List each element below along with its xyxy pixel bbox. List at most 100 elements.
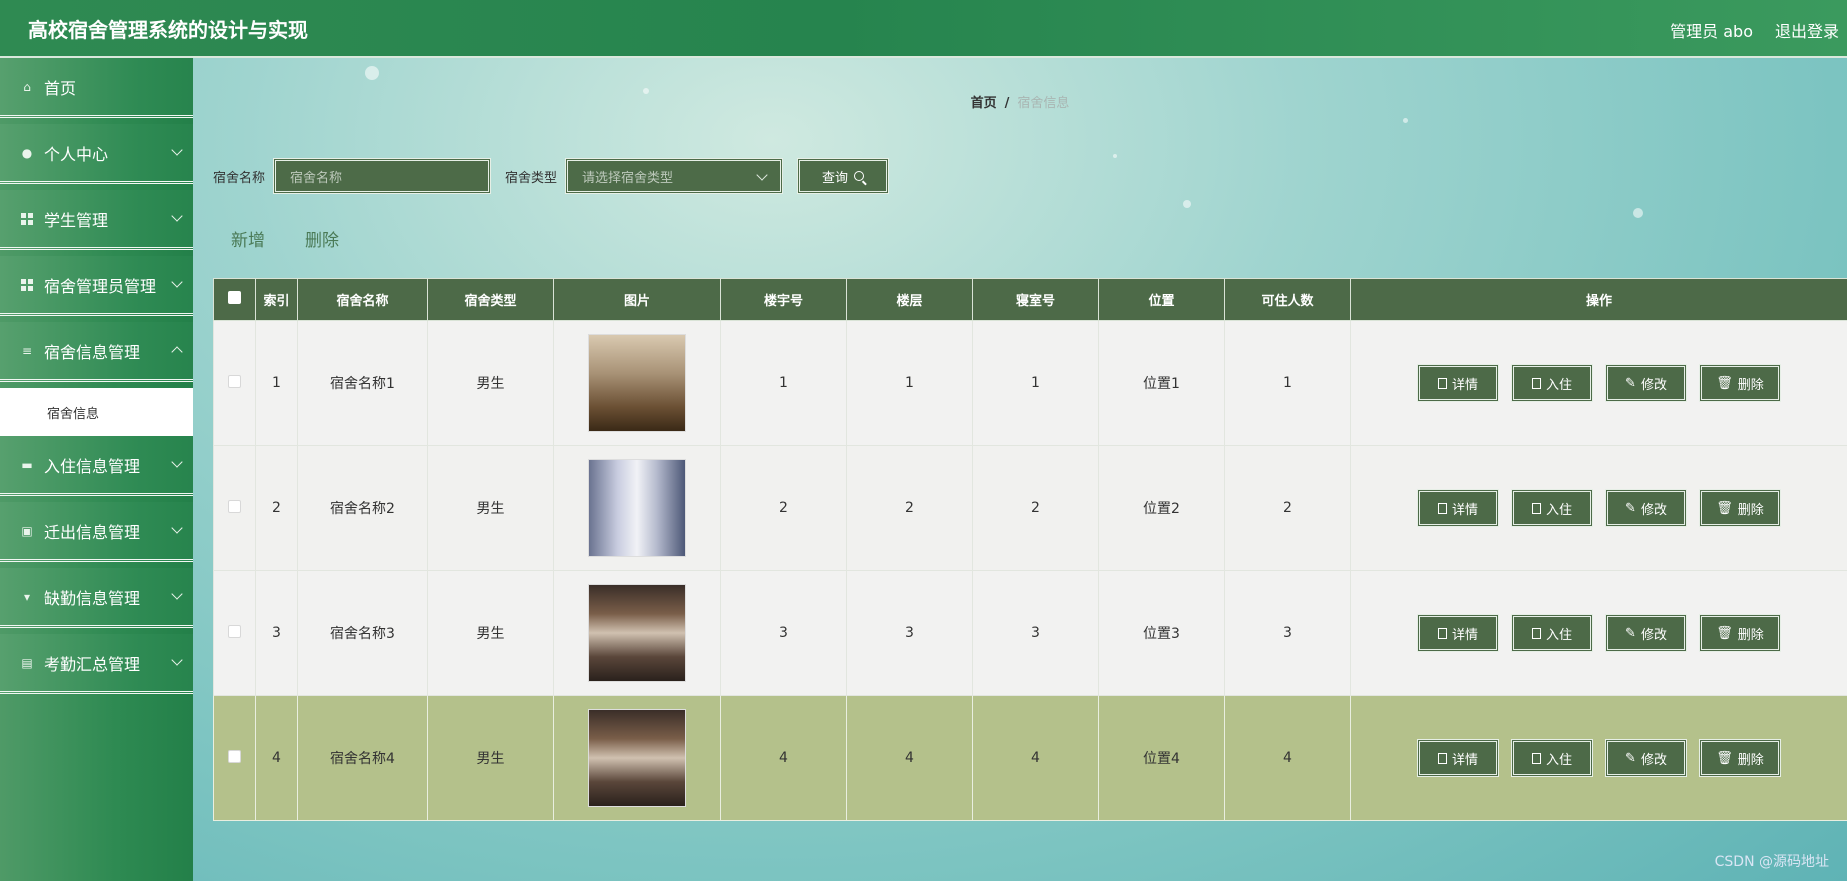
delete-button[interactable]: 🗑 删除 (1699, 614, 1781, 652)
pencil-icon: ✎ (1625, 500, 1636, 516)
sidebar-item-absence[interactable]: ▾ 缺勤信息管理 (0, 568, 193, 628)
user-icon: ● (21, 145, 33, 160)
cell-name: 宿舍名称4 (297, 695, 428, 821)
dorm-photo (588, 584, 686, 682)
column-header: 宿舍名称 (297, 278, 428, 321)
cell-building: 3 (720, 570, 847, 696)
dorm-type-select[interactable]: 请选择宿舍类型 (565, 158, 784, 194)
delete-button[interactable]: 🗑 删除 (1699, 739, 1781, 777)
sidebar-item-label: 学生管理 (44, 210, 109, 230)
table-row: 3 宿舍名称3 男生 3 3 3 位置3 3 详情 入住 ✎ 修改 🗑 删除 (213, 570, 1847, 696)
breadcrumb: 首页 / 宿舍信息 (193, 92, 1847, 111)
sidebar-item-label: 考勤汇总管理 (44, 654, 141, 674)
trash-icon: 🗑 (1716, 375, 1733, 391)
action-bar: 新增 删除 (231, 226, 339, 251)
sidebar-item-attendance[interactable]: ▤ 考勤汇总管理 (0, 634, 193, 694)
column-header: 楼宇号 (720, 278, 847, 321)
batch-delete-button[interactable]: 删除 (305, 226, 339, 251)
cell-floor: 1 (846, 320, 973, 446)
cell-floor: 2 (846, 445, 973, 571)
select-all-checkbox[interactable] (228, 291, 241, 304)
dorm-table: 索引 宿舍名称 宿舍类型 图片 楼宇号 楼层 寝室号 位置 可住人数 操作 1 … (213, 278, 1847, 821)
top-header: 高校宿舍管理系统的设计与实现 管理员 abo 退出登录 (0, 0, 1847, 58)
cell-capacity: 4 (1224, 695, 1351, 821)
table-row: 1 宿舍名称1 男生 1 1 1 位置1 1 详情 入住 ✎ 修改 🗑 删除 (213, 320, 1847, 446)
dorm-photo (588, 709, 686, 807)
delete-button[interactable]: 🗑 删除 (1699, 364, 1781, 402)
detail-button[interactable]: 详情 (1417, 614, 1499, 652)
checkin-button[interactable]: 入住 (1511, 739, 1593, 777)
monitor-icon: ▣ (21, 523, 33, 538)
clipboard-icon: ▤ (21, 655, 33, 670)
cell-location: 位置3 (1098, 570, 1225, 696)
row-actions: 详情 入住 ✎ 修改 🗑 删除 (1351, 739, 1847, 777)
document-icon (1531, 377, 1541, 389)
row-actions: 详情 入住 ✎ 修改 🗑 删除 (1351, 614, 1847, 652)
row-checkbox[interactable] (228, 499, 241, 513)
sidebar-item-dorm-info-mgmt[interactable]: ≡ 宿舍信息管理 (0, 322, 193, 382)
cell-index: 2 (255, 445, 298, 571)
document-icon (1531, 502, 1541, 514)
edit-button[interactable]: ✎ 修改 (1605, 364, 1687, 402)
row-actions: 详情 入住 ✎ 修改 🗑 删除 (1351, 364, 1847, 402)
cell-type: 男生 (427, 570, 554, 696)
row-checkbox[interactable] (228, 624, 241, 638)
current-user[interactable]: 管理员 abo (1670, 18, 1753, 42)
delete-button[interactable]: 🗑 删除 (1699, 489, 1781, 527)
sidebar-item-dorm-admins[interactable]: 宿舍管理员管理 (0, 256, 193, 316)
checkin-label: 入住 (1545, 502, 1572, 518)
cell-capacity: 2 (1224, 445, 1351, 571)
row-checkbox[interactable] (228, 749, 241, 763)
checkin-button[interactable]: 入住 (1511, 364, 1593, 402)
query-button[interactable]: 查询 (797, 158, 890, 194)
add-button[interactable]: 新增 (231, 226, 265, 251)
document-icon (1531, 752, 1541, 764)
detail-label: 详情 (1451, 502, 1478, 518)
trophy-icon: ▾ (23, 589, 31, 604)
delete-label: 删除 (1737, 377, 1764, 393)
delete-label: 删除 (1737, 502, 1764, 518)
column-header: 图片 (553, 278, 721, 321)
edit-label: 修改 (1640, 752, 1667, 768)
edit-label: 修改 (1640, 377, 1667, 393)
column-header: 位置 (1098, 278, 1225, 321)
logout-link[interactable]: 退出登录 (1775, 18, 1839, 42)
edit-button[interactable]: ✎ 修改 (1605, 489, 1687, 527)
sidebar-item-label: 迁出信息管理 (44, 522, 141, 542)
delete-label: 删除 (1737, 752, 1764, 768)
dorm-name-input[interactable]: 宿舍名称 (273, 158, 492, 194)
cell-index: 4 (255, 695, 298, 821)
app-title: 高校宿舍管理系统的设计与实现 (28, 18, 308, 42)
column-header: 楼层 (846, 278, 973, 321)
edit-label: 修改 (1640, 627, 1667, 643)
sidebar-item-checkout[interactable]: ▣ 迁出信息管理 (0, 502, 193, 562)
edit-button[interactable]: ✎ 修改 (1605, 614, 1687, 652)
delete-label: 删除 (1737, 627, 1764, 643)
row-checkbox[interactable] (228, 374, 241, 388)
sidebar-subitem-dorm-info[interactable]: 宿舍信息 (0, 388, 193, 436)
column-header: 操作 (1350, 278, 1847, 321)
chevron-down-icon (171, 276, 183, 288)
select-all-header[interactable] (213, 278, 256, 321)
cell-location: 位置2 (1098, 445, 1225, 571)
checkin-button[interactable]: 入住 (1511, 489, 1593, 527)
cell-building: 4 (720, 695, 847, 821)
document-icon (1437, 627, 1447, 639)
breadcrumb-home[interactable]: 首页 (971, 96, 997, 111)
detail-button[interactable]: 详情 (1417, 489, 1499, 527)
checkin-button[interactable]: 入住 (1511, 614, 1593, 652)
chevron-up-icon (171, 346, 183, 358)
detail-button[interactable]: 详情 (1417, 739, 1499, 777)
cell-type: 男生 (427, 320, 554, 446)
detail-button[interactable]: 详情 (1417, 364, 1499, 402)
sidebar-item-label: 入住信息管理 (44, 456, 141, 476)
sidebar-item-checkin[interactable]: ▬ 入住信息管理 (0, 436, 193, 496)
chevron-down-icon (756, 169, 768, 181)
trash-icon: 🗑 (1716, 500, 1733, 516)
sidebar-item-students[interactable]: 学生管理 (0, 190, 193, 250)
cell-floor: 4 (846, 695, 973, 821)
edit-button[interactable]: ✎ 修改 (1605, 739, 1687, 777)
sidebar-item-home[interactable]: ⌂ 首页 (0, 58, 193, 118)
sidebar-item-profile[interactable]: ● 个人中心 (0, 124, 193, 184)
sidebar-item-label: 个人中心 (44, 144, 109, 164)
